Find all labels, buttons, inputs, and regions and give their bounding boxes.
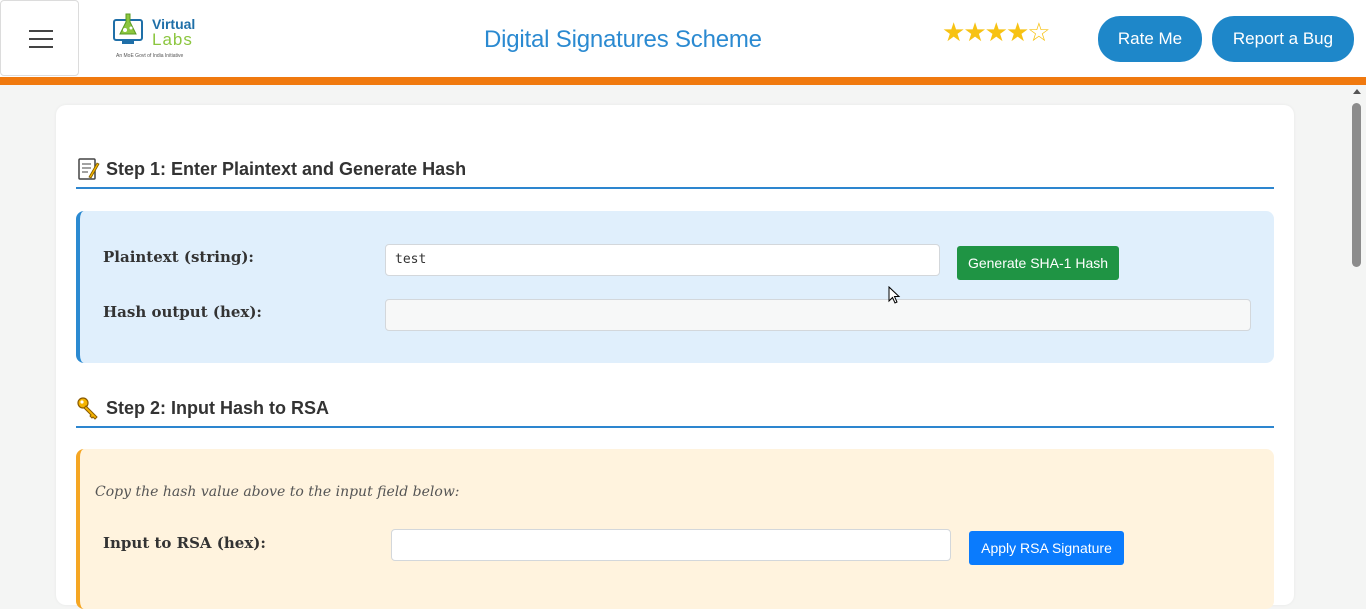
step2-title: Step 2: Input Hash to RSA — [106, 398, 330, 418]
memo-icon — [78, 158, 100, 180]
star-filled-icon[interactable]: ★ — [963, 18, 986, 48]
copy-hint-text: Copy the hash value above to the input f… — [95, 484, 460, 500]
plaintext-input[interactable]: test — [385, 244, 940, 276]
star-filled-icon[interactable]: ★ — [985, 18, 1008, 48]
rsa-input-label: Input to RSA (hex): — [103, 534, 266, 552]
mouse-pointer-icon — [888, 286, 901, 304]
step1-panel: Plaintext (string): test Generate SHA-1 … — [76, 211, 1274, 363]
plaintext-label: Plaintext (string): — [103, 248, 254, 266]
rate-me-button[interactable]: Rate Me — [1098, 16, 1202, 62]
key-icon — [77, 397, 98, 420]
menu-line — [29, 38, 53, 40]
menu-line — [29, 46, 53, 48]
experiment-card: Step 1: Enter Plaintext and Generate Has… — [56, 105, 1294, 609]
page-title: Digital Signatures Scheme — [484, 26, 762, 53]
step2-panel: Copy the hash value above to the input f… — [76, 449, 1274, 609]
logo-tagline: An MoE Govt of India Initiative — [116, 53, 184, 59]
scroll-thumb[interactable] — [1352, 103, 1361, 267]
rsa-input-field[interactable] — [391, 529, 951, 561]
report-bug-button[interactable]: Report a Bug — [1212, 16, 1354, 62]
step1-title: Step 1: Enter Plaintext and Generate Has… — [106, 159, 467, 179]
top-header: Virtual Labs An MoE Govt of India Initia… — [0, 0, 1366, 77]
star-filled-icon[interactable]: ★ — [1006, 18, 1029, 48]
hamburger-menu-button[interactable] — [0, 0, 79, 76]
rating-stars[interactable]: ★★★★☆ — [942, 18, 1051, 48]
page-scrollbar[interactable] — [1349, 85, 1366, 588]
menu-line — [29, 30, 53, 32]
step1-heading: Step 1: Enter Plaintext and Generate Has… — [76, 157, 1274, 189]
scroll-up-arrow-icon[interactable] — [1353, 89, 1361, 94]
star-filled-icon[interactable]: ★ — [942, 18, 965, 48]
logo-word-labs: Labs — [152, 30, 193, 49]
generate-hash-button[interactable]: Generate SHA-1 Hash — [957, 246, 1119, 280]
hash-output-field[interactable] — [385, 299, 1251, 331]
star-empty-icon[interactable]: ☆ — [1027, 18, 1050, 48]
header-accent-bar — [0, 77, 1366, 85]
lab-flask-icon — [113, 13, 143, 44]
step2-heading: Step 2: Input Hash to RSA — [76, 396, 1274, 428]
hash-output-label: Hash output (hex): — [103, 303, 262, 321]
apply-rsa-button[interactable]: Apply RSA Signature — [969, 531, 1124, 565]
virtual-labs-logo[interactable]: Virtual Labs An MoE Govt of India Initia… — [110, 12, 202, 64]
